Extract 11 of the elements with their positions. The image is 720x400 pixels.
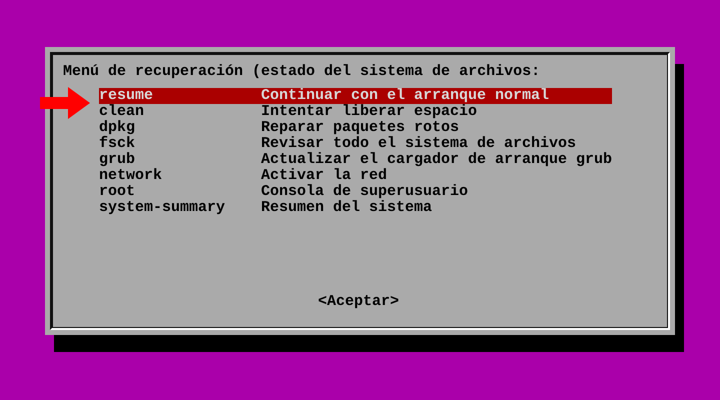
menu-item[interactable]: fsck Revisar todo el sistema de archivos — [99, 136, 612, 152]
menu-item[interactable]: system-summary Resumen del sistema — [99, 200, 612, 216]
menu-item[interactable]: clean Intentar liberar espacio — [99, 104, 612, 120]
menu-item[interactable]: network Activar la red — [99, 168, 612, 184]
accept-button[interactable]: <Aceptar> — [318, 294, 399, 310]
menu-item[interactable]: root Consola de superusuario — [99, 184, 612, 200]
dialog-title: Menú de recuperación (estado del sistema de archivos: — [63, 64, 542, 80]
menu-item[interactable]: dpkg Reparar paquetes rotos — [99, 120, 612, 136]
menu-item[interactable]: grub Actualizar el cargador de arranque grub — [99, 152, 612, 168]
arrow-icon — [40, 87, 90, 119]
menu-item[interactable]: resume Continuar con el arranque normal — [99, 88, 612, 104]
